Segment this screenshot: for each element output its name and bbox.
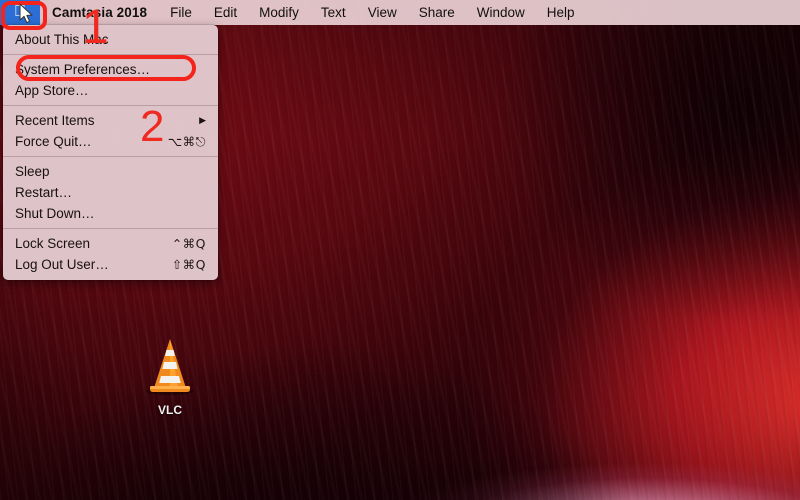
chevron-right-icon: ▶ bbox=[199, 115, 206, 125]
apple-menu-dropdown: About This Mac System Preferences… App S… bbox=[3, 25, 218, 280]
menu-item-recent-items[interactable]: Recent Items ▶ bbox=[3, 110, 218, 131]
menu-separator bbox=[3, 54, 218, 55]
menu-item-label: System Preferences… bbox=[15, 62, 151, 77]
desktop-screen: VLC  Camtasia 2018 File Edit Modify Tex… bbox=[0, 0, 800, 500]
menu-bar-item-modify[interactable]: Modify bbox=[248, 5, 310, 20]
menu-item-label: Recent Items bbox=[15, 113, 95, 128]
menu-item-label: Restart… bbox=[15, 185, 73, 200]
menu-item-label: Force Quit… bbox=[15, 134, 92, 149]
mouse-pointer-icon bbox=[19, 3, 35, 30]
menu-item-label: Sleep bbox=[15, 164, 50, 179]
menu-item-shortcut: ⇧⌘Q bbox=[171, 257, 206, 272]
menu-item-label: About This Mac bbox=[15, 32, 109, 47]
desktop-icon-vlc[interactable]: VLC bbox=[134, 336, 206, 417]
menu-separator bbox=[3, 228, 218, 229]
menu-item-shortcut: ⌥⌘⎋ bbox=[167, 133, 206, 149]
menu-item-force-quit[interactable]: Force Quit… ⌥⌘⎋ bbox=[3, 131, 218, 152]
menu-item-lock-screen[interactable]: Lock Screen ⌃⌘Q bbox=[3, 233, 218, 254]
menu-item-app-store[interactable]: App Store… bbox=[3, 80, 218, 101]
menu-bar-item-help[interactable]: Help bbox=[536, 5, 586, 20]
menu-item-shut-down[interactable]: Shut Down… bbox=[3, 203, 218, 224]
menu-item-about-this-mac[interactable]: About This Mac bbox=[3, 29, 218, 50]
menu-item-shortcut: ⌃⌘Q bbox=[171, 236, 206, 251]
menu-item-restart[interactable]: Restart… bbox=[3, 182, 218, 203]
vlc-cone-icon bbox=[141, 336, 199, 398]
menu-bar-item-text[interactable]: Text bbox=[310, 5, 357, 20]
menu-item-sleep[interactable]: Sleep bbox=[3, 161, 218, 182]
desktop-icon-label: VLC bbox=[158, 403, 182, 417]
menu-bar-item-view[interactable]: View bbox=[357, 5, 408, 20]
menu-bar-item-file[interactable]: File bbox=[159, 5, 203, 20]
menu-item-label: Log Out User… bbox=[15, 257, 109, 272]
menu-item-label: Lock Screen bbox=[15, 236, 91, 251]
menu-item-label: Shut Down… bbox=[15, 206, 95, 221]
menu-separator bbox=[3, 156, 218, 157]
menu-bar-item-share[interactable]: Share bbox=[408, 5, 466, 20]
menu-item-log-out-user[interactable]: Log Out User… ⇧⌘Q bbox=[3, 254, 218, 275]
menu-item-system-preferences[interactable]: System Preferences… bbox=[3, 59, 218, 80]
menu-item-label: App Store… bbox=[15, 83, 89, 98]
menu-bar-item-edit[interactable]: Edit bbox=[203, 5, 248, 20]
menu-bar-item-window[interactable]: Window bbox=[466, 5, 536, 20]
active-app-title: Camtasia 2018 bbox=[52, 5, 148, 20]
menu-separator bbox=[3, 105, 218, 106]
menu-bar:  Camtasia 2018 File Edit Modify Text Vi… bbox=[0, 0, 800, 25]
